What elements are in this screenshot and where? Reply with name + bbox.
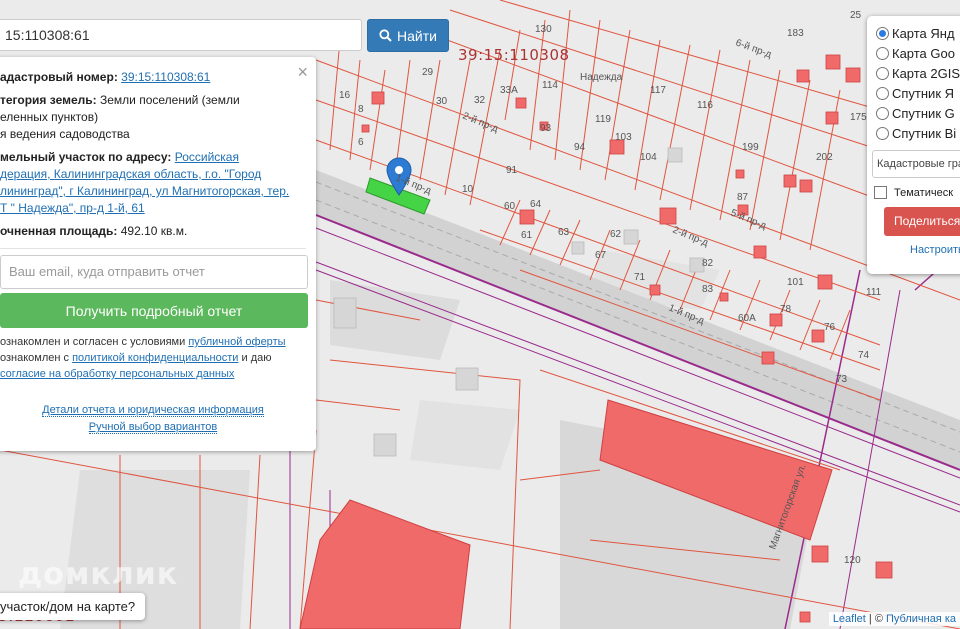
parcel-number-label: 116 (697, 100, 713, 111)
address-link-1[interactable]: Российская (175, 150, 239, 164)
parcel-number-label: 83 (702, 284, 714, 295)
quarter-label: 39:15:110308 (458, 46, 570, 64)
parcel-number-label: 74 (858, 350, 870, 361)
parcel-number-label: 8 (358, 104, 364, 115)
land-category-row: тегория земель: Земли поселений (земли е… (0, 92, 306, 143)
cadastral-number-link[interactable]: 39:15:110308:61 (121, 70, 210, 84)
radio-icon[interactable] (876, 66, 889, 80)
parcel-number-label: 101 (787, 277, 804, 288)
leaflet-link[interactable]: Leaflet (833, 613, 866, 625)
radio-icon[interactable] (876, 86, 889, 100)
privacy-policy-link[interactable]: политикой конфиденциальности (72, 352, 238, 364)
layer-option-google-satellite[interactable]: Спутник G (876, 103, 960, 123)
parcel-number-label: 119 (595, 114, 611, 125)
radio-icon[interactable] (876, 126, 889, 140)
divider (0, 248, 306, 249)
parcel-number-label: 87 (737, 192, 749, 203)
search-button-label: Найти (397, 27, 437, 44)
personal-data-consent-link[interactable]: согласие на обработку персональных данны… (0, 368, 234, 380)
parcel-number-label: 117 (650, 85, 666, 96)
close-icon[interactable]: × (297, 63, 308, 81)
parcel-number-label: 82 (702, 258, 714, 269)
parcel-number-label: 91 (506, 165, 518, 176)
thematic-toggle[interactable]: Тематическ (874, 186, 960, 199)
parcel-number-label: 62 (610, 229, 622, 240)
watermark: домклик (18, 557, 179, 592)
layer-option-google-map[interactable]: Карта Goo (876, 43, 960, 63)
address-link-4[interactable]: Т " Надежда", пр-д 1-й, 61 (0, 201, 145, 215)
parcel-number-label: 120 (844, 555, 861, 566)
share-button[interactable]: Поделиться (884, 207, 960, 236)
search-input[interactable]: 15:110308:61 (0, 19, 362, 51)
radio-icon[interactable] (876, 26, 889, 40)
layer-option-bing-satellite[interactable]: Спутник Bi (876, 123, 960, 143)
offer-link[interactable]: публичной оферты (188, 336, 285, 348)
configure-link[interactable]: Настроить (910, 244, 960, 256)
parcel-number-label: 29 (422, 67, 434, 78)
consent-text: ознакомлен и согласен с условиями публич… (0, 336, 286, 380)
parcel-number-label: 71 (634, 272, 646, 283)
parcel-number-label: 183 (787, 28, 804, 39)
parcel-number-label: 199 (742, 142, 759, 153)
parcel-number-label: 61 (521, 230, 533, 241)
report-details-link[interactable]: Детали отчета и юридическая информация (42, 404, 264, 417)
land-category-value-3: я ведения садоводства (0, 127, 130, 141)
email-field[interactable]: Ваш email, куда отправить отчет (0, 255, 308, 289)
get-report-button[interactable]: Получить подробный отчет (0, 293, 308, 328)
parcel-number-label: 60А (738, 313, 756, 324)
area-value: 492.10 кв.м. (120, 224, 188, 238)
cadastral-layer-select[interactable]: Кадастровые гра (872, 150, 960, 178)
radio-icon[interactable] (876, 46, 889, 60)
parcel-number-label: 16 (339, 90, 351, 101)
parcel-number-label: 25 (850, 10, 862, 21)
layer-option-yandex-map[interactable]: Карта Янд (876, 23, 960, 43)
parcel-number-label: 73 (836, 374, 848, 385)
layer-control: Карта Янд Карта Goo Карта 2GIS Спутник Я… (867, 16, 960, 274)
layer-option-2gis-map[interactable]: Карта 2GIS (876, 63, 960, 83)
address-link-2[interactable]: дерация, Калининградская область, г.о. "… (0, 167, 261, 181)
parcel-number-label: 111 (866, 287, 882, 298)
checkbox-icon[interactable] (874, 186, 887, 199)
parcel-number-label: 93 (540, 123, 552, 134)
layer-option-yandex-satellite[interactable]: Спутник Я (876, 83, 960, 103)
parcel-number-label: 76 (824, 322, 836, 333)
search-icon (379, 29, 392, 42)
land-category-value-2: еленных пунктов) (0, 110, 99, 124)
question-bubble[interactable]: участок/дом на карте? (0, 593, 146, 620)
cadastral-number-label: адастровый номер: (0, 70, 118, 84)
parcel-number-label: 130 (535, 24, 552, 35)
manual-selection-link[interactable]: Ручной выбор вариантов (88, 421, 218, 434)
land-category-value-1: Земли поселений (земли (99, 93, 240, 107)
parcel-number-label: 64 (530, 199, 542, 210)
parcel-number-label: 10 (462, 184, 474, 195)
search-button[interactable]: Найти (367, 19, 449, 52)
parcel-number-label: 30 (436, 96, 448, 107)
land-category-label: тегория земель: (0, 93, 97, 107)
parcel-number-label: 94 (574, 142, 586, 153)
panel-links: Детали отчета и юридическая информация Р… (0, 402, 306, 436)
parcel-number-label: 67 (595, 250, 607, 261)
parcel-number-label: 202 (816, 152, 833, 163)
parcel-number-label: 104 (640, 152, 657, 163)
parcel-number-label: 114 (542, 80, 558, 91)
parcel-number-label: 33А (500, 85, 518, 96)
address-label: мельный участок по адресу: (0, 150, 172, 164)
parcel-number-label: 32 (474, 95, 486, 106)
parcel-number-label: 78 (780, 304, 792, 315)
parcel-number-label: 175 (850, 112, 867, 123)
parcel-info-panel: × адастровый номер: 39:15:110308:61 тего… (0, 57, 316, 451)
address-row: мельный участок по адресу: Российская де… (0, 149, 306, 217)
parcel-number-label: 6 (358, 137, 364, 148)
area-label: очненная площадь: (0, 224, 118, 238)
parcel-number-label: 60 (504, 201, 516, 212)
source-link[interactable]: Публичная ка (886, 613, 956, 625)
cadastral-number-row: адастровый номер: 39:15:110308:61 (0, 69, 306, 86)
address-link-3[interactable]: лининград", г Калининград, ул Магнитогор… (0, 184, 289, 198)
parcel-number-label: 103 (615, 132, 632, 143)
radio-icon[interactable] (876, 106, 889, 120)
parcel-number-label: 63 (558, 227, 570, 238)
map-attribution: Leaflet | © Публичная ка (828, 612, 960, 626)
area-row: очненная площадь: 492.10 кв.м. (0, 223, 306, 240)
label-nadezhda: Надежда (580, 72, 623, 83)
